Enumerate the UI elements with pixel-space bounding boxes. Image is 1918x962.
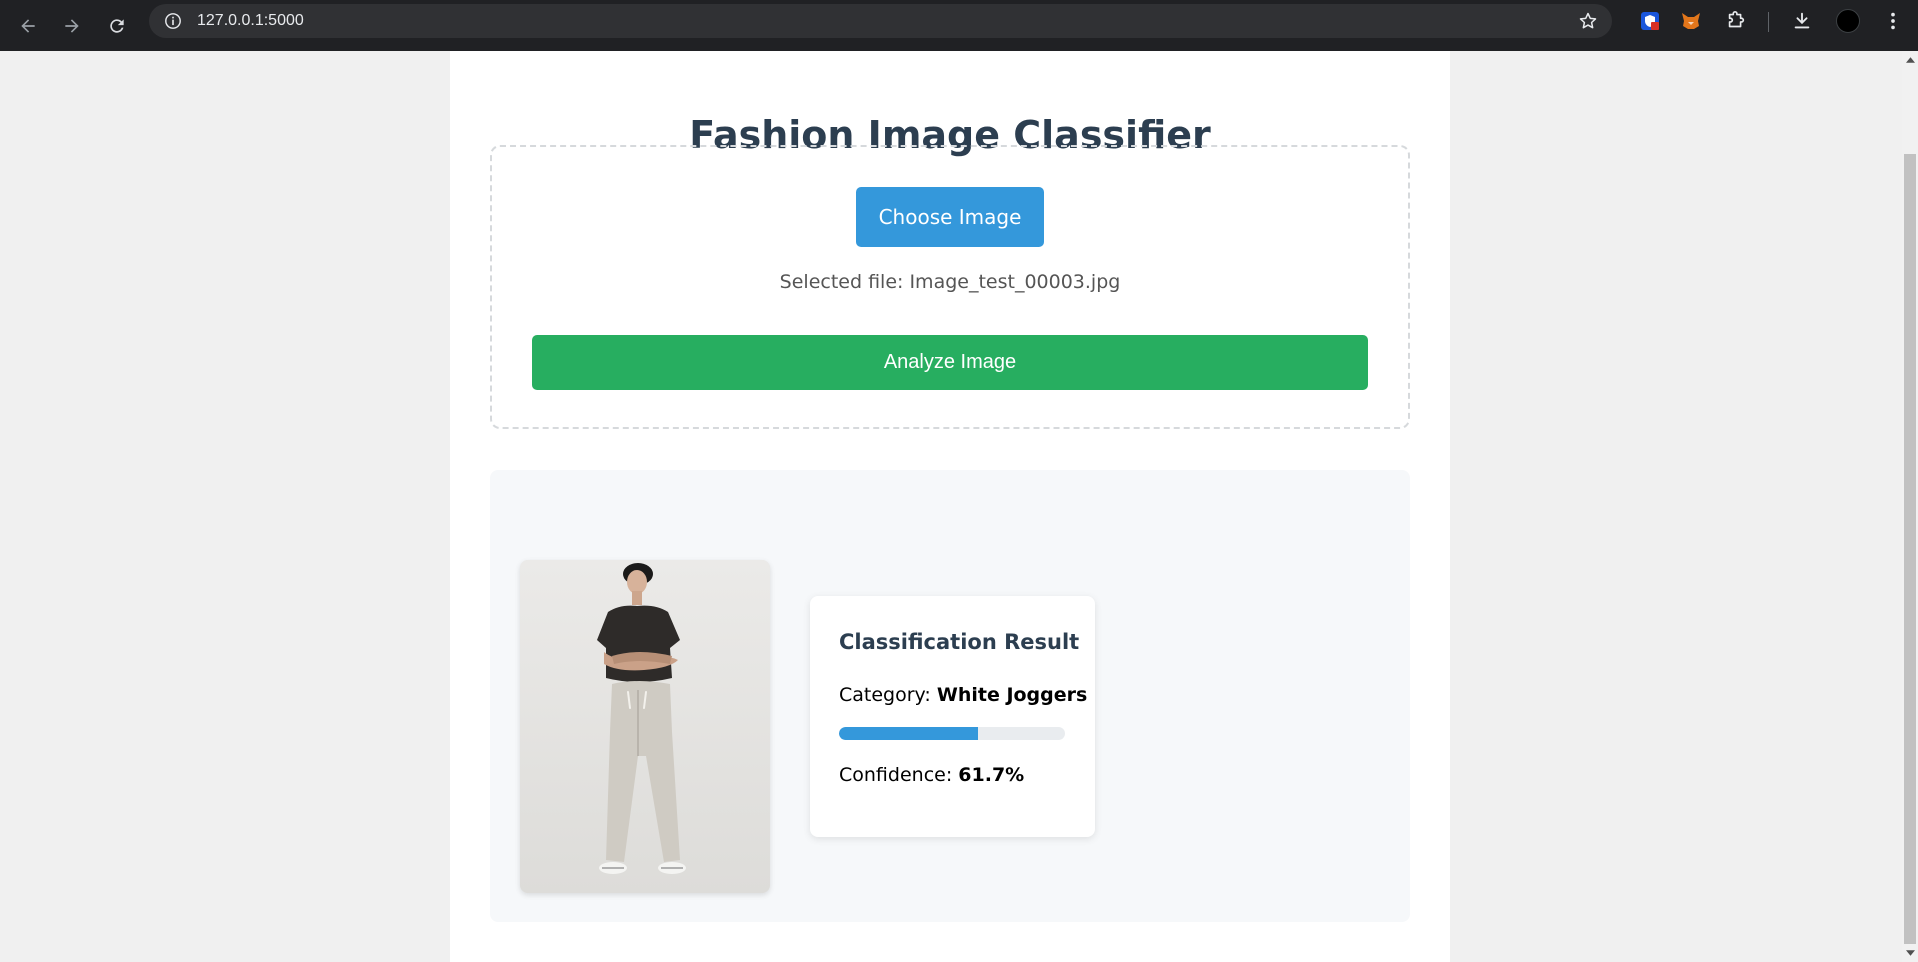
site-info-icon[interactable] [163,11,183,31]
download-icon[interactable] [1791,10,1813,32]
upload-area: Choose Image Selected file: Image_test_0… [490,145,1410,429]
scrollbar-thumb[interactable] [1904,154,1916,944]
category-line: Category: White Joggers [839,684,1087,706]
fox-extension-icon[interactable] [1680,10,1702,32]
back-button[interactable] [6,0,50,51]
category-prefix: Category: [839,684,937,706]
result-card-title: Classification Result [839,630,1080,654]
classification-result-card: Classification Result Category: White Jo… [810,596,1095,837]
reload-button[interactable] [95,0,139,51]
address-bar[interactable]: 127.0.0.1:5000 [149,4,1612,38]
selected-file-label: Selected file: Image_test_00003.jpg [779,271,1121,293]
extension-shield-icon[interactable] [1639,10,1661,32]
confidence-value: 61.7% [958,764,1025,786]
profile-avatar[interactable] [1836,9,1860,33]
forward-button[interactable] [50,0,94,51]
scroll-up-arrow-icon[interactable] [1902,53,1918,67]
confidence-bar [839,727,1065,740]
main-container: Fashion Image Classifier Choose Image Se… [450,51,1450,962]
browser-toolbar: 127.0.0.1:5000 [0,0,1918,51]
page-viewport: Fashion Image Classifier Choose Image Se… [0,51,1902,962]
confidence-bar-fill [839,727,979,740]
category-value: White Joggers [936,684,1088,706]
scroll-down-arrow-icon[interactable] [1902,946,1918,960]
extensions-puzzle-icon[interactable] [1725,10,1747,32]
page-scrollbar[interactable] [1902,51,1918,962]
result-section: Classification Result Category: White Jo… [490,470,1410,922]
analyze-image-button[interactable]: Analyze Image [532,335,1368,390]
toolbar-separator [1768,12,1769,32]
uploaded-image-preview [520,560,770,893]
choose-image-button[interactable]: Choose Image [856,187,1044,247]
reload-icon [110,18,124,33]
confidence-line: Confidence: 61.7% [839,764,1024,786]
url-text: 127.0.0.1:5000 [197,12,304,29]
more-menu-icon[interactable] [1882,10,1904,32]
fashion-photo-illustration [520,560,770,893]
bookmark-star-icon[interactable] [1578,11,1598,31]
back-icon [21,18,35,33]
confidence-prefix: Confidence: [839,764,959,786]
forward-icon [65,18,79,33]
